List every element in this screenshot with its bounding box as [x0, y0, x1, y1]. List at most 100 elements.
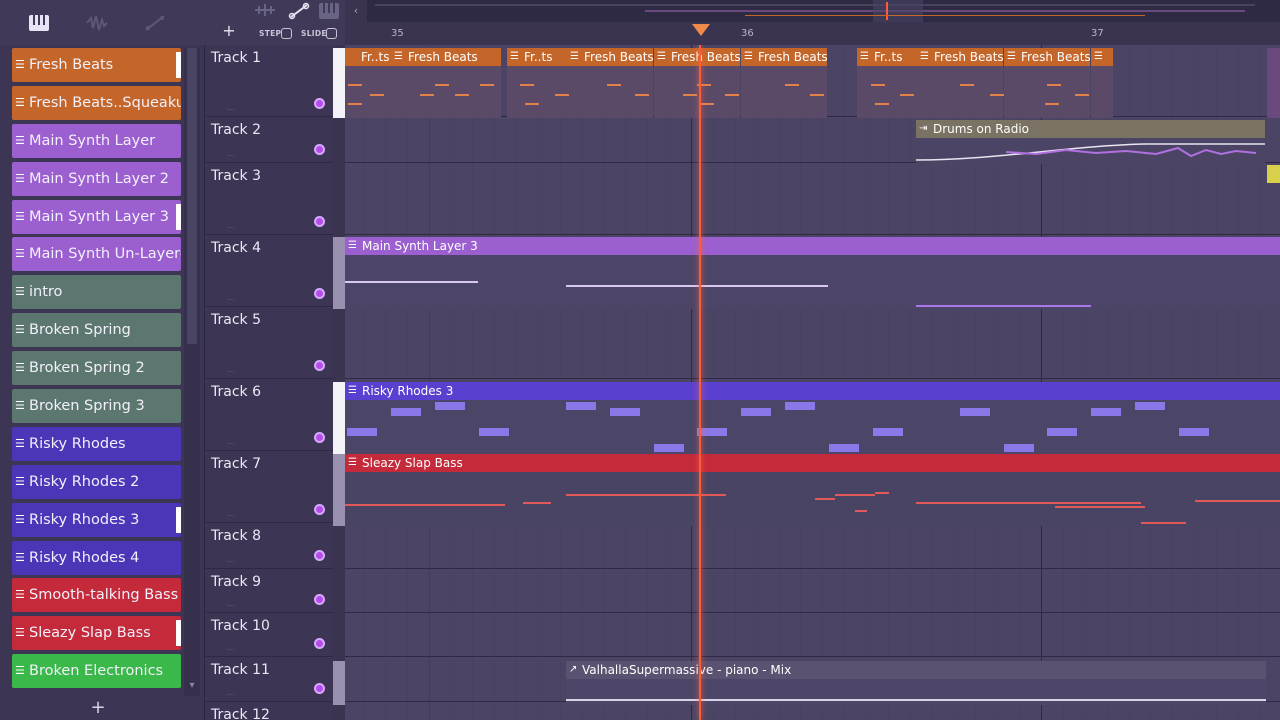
pattern-icon: ☰: [15, 133, 25, 147]
track-enable-toggle[interactable]: [314, 288, 325, 299]
piano-keys-icon[interactable]: [317, 2, 341, 24]
pattern-picker-panel: ☰ Fresh Beats ☰ Fresh Beats..Squeakuel ☰ Main…: [0, 0, 205, 720]
pattern-item[interactable]: ☰ Main Synth Layer: [12, 123, 181, 158]
clip-risky-rhodes-3[interactable]: ☰ Risky Rhodes 3: [345, 382, 1280, 454]
pattern-icon: ☰: [15, 474, 25, 488]
track-grip-icon[interactable]: ...: [227, 555, 235, 564]
pattern-item[interactable]: ☰ Fresh Beats: [12, 48, 181, 82]
add-pattern-button[interactable]: +: [88, 698, 108, 718]
track-enable-toggle[interactable]: [314, 98, 325, 109]
audio-clip-icon: ⇥: [919, 123, 928, 134]
pattern-item[interactable]: ☰ intro: [12, 275, 181, 310]
overview-scroll-left-icon[interactable]: ‹: [345, 0, 367, 22]
track-header[interactable]: Track 6...: [205, 379, 333, 451]
track-header[interactable]: Track 4...: [205, 235, 333, 307]
track-header[interactable]: Track 11...: [205, 657, 333, 702]
clip-main-synth-layer-3[interactable]: ☰ Main Synth Layer 3: [345, 237, 1280, 309]
pattern-item[interactable]: ☰ Main Synth Un-Layered: [12, 237, 181, 272]
pattern-item[interactable]: ☰ Sleazy Slap Bass: [12, 616, 181, 651]
pattern-item[interactable]: ☰ Risky Rhodes 2: [12, 464, 181, 499]
picker-scrollbar-thumb[interactable]: [187, 48, 197, 344]
pattern-icon: ☰: [1007, 51, 1016, 62]
pattern-item[interactable]: ☰ Broken Spring 3: [12, 389, 181, 424]
audio-clip-icon[interactable]: [84, 14, 110, 34]
pattern-icon: ☰: [15, 436, 25, 450]
track-enable-toggle[interactable]: [314, 683, 325, 694]
pattern-item[interactable]: ☰ Risky Rhodes 3: [12, 502, 181, 537]
picker-scrollbar[interactable]: [184, 48, 200, 696]
track-grip-icon[interactable]: ...: [227, 365, 235, 374]
clip-sleazy-slap-bass[interactable]: ☰ Sleazy Slap Bass: [345, 454, 1280, 526]
track-lane[interactable]: [345, 307, 1280, 379]
track-grip-icon[interactable]: ...: [227, 149, 235, 158]
pattern-icon: ☰: [15, 58, 25, 71]
clip-drums-on-radio[interactable]: ⇥ Drums on Radio: [916, 120, 1265, 164]
track-grip-icon[interactable]: ...: [227, 509, 235, 518]
playlist-grid[interactable]: Fr..ts ☰ Fresh Beats ☰ Fr..ts ☰ Fresh Beats…: [345, 45, 1280, 720]
pattern-item[interactable]: ☰ Risky Rhodes 4: [12, 540, 181, 575]
track-grip-icon[interactable]: ...: [227, 103, 235, 112]
clip-label: Fresh Beats: [1021, 50, 1090, 64]
track-enable-toggle[interactable]: [314, 432, 325, 443]
track-header[interactable]: Track 1...: [205, 45, 333, 117]
pattern-icon: ☰: [15, 95, 25, 109]
track-header[interactable]: Track 9...: [205, 569, 333, 613]
track-header[interactable]: Track 2...: [205, 117, 333, 163]
playhead-line: [699, 45, 701, 720]
track-header[interactable]: Track 10...: [205, 613, 333, 657]
add-track-button[interactable]: +: [221, 22, 237, 40]
track-enable-toggle[interactable]: [314, 550, 325, 561]
step-toggle[interactable]: [281, 28, 292, 39]
track-header[interactable]: Track 8...: [205, 523, 333, 569]
track-enable-toggle[interactable]: [314, 504, 325, 515]
clip-edge-stub[interactable]: [1267, 165, 1280, 183]
clip-valhalla-supermassive[interactable]: ↗ ValhallaSupermassive - piano - Mix: [566, 661, 1266, 705]
song-overview-strip[interactable]: [345, 0, 1280, 22]
selection-marker: [176, 620, 181, 647]
track-enable-toggle[interactable]: [314, 216, 325, 227]
track-header[interactable]: Track 5...: [205, 307, 333, 379]
track-grip-icon[interactable]: ...: [227, 437, 235, 446]
pattern-item[interactable]: ☰ Main Synth Layer 2: [12, 161, 181, 196]
pattern-item[interactable]: ☰ Smooth-talking Bass: [12, 578, 181, 613]
track-lane[interactable]: [345, 613, 1280, 657]
track-lane[interactable]: [345, 523, 1280, 569]
track-header[interactable]: Track 3...: [205, 163, 333, 235]
track-grip-icon[interactable]: ...: [227, 293, 235, 302]
clip-start-marker: [333, 661, 345, 705]
pattern-icon: ☰: [394, 51, 403, 62]
pattern-item[interactable]: ☰ Broken Electronics: [12, 654, 181, 689]
pattern-icon: ☰: [570, 51, 579, 62]
pattern-item[interactable]: ☰ Broken Spring 2: [12, 351, 181, 386]
piano-roll-icon[interactable]: [26, 14, 52, 34]
track-header[interactable]: Track 7...: [205, 451, 333, 523]
track-grip-icon[interactable]: ...: [227, 221, 235, 230]
track-enable-toggle[interactable]: [314, 638, 325, 649]
clip-edge-stub[interactable]: [1267, 48, 1280, 118]
playhead-marker[interactable]: [692, 24, 710, 36]
draw-tool-icon[interactable]: [287, 2, 311, 24]
scroll-down-icon[interactable]: ▾: [184, 680, 200, 694]
track-grip-icon[interactable]: ...: [227, 643, 235, 652]
clip-label: Risky Rhodes 3: [362, 384, 454, 398]
slide-toggle[interactable]: [326, 28, 337, 39]
track-grip-icon[interactable]: ...: [227, 599, 235, 608]
bar-number: 37: [1091, 28, 1104, 39]
pattern-item[interactable]: ☰ Fresh Beats..Squeakuel: [12, 85, 181, 120]
track-header[interactable]: Track 12: [205, 702, 333, 720]
track-lane[interactable]: [345, 163, 1280, 235]
track-enable-toggle[interactable]: [314, 144, 325, 155]
track-grip-icon[interactable]: ...: [227, 688, 235, 697]
track-lane[interactable]: [345, 569, 1280, 613]
automation-clip-icon[interactable]: [142, 14, 168, 34]
track-name: Track 1: [211, 50, 261, 66]
pattern-item[interactable]: ☰ Broken Spring: [12, 313, 181, 348]
track-enable-toggle[interactable]: [314, 594, 325, 605]
pattern-item[interactable]: ☰ Main Synth Layer 3: [12, 199, 181, 234]
synth-note: [916, 305, 1091, 307]
track-enable-toggle[interactable]: [314, 360, 325, 371]
track-name: Track 4: [211, 240, 261, 256]
timeline-ruler[interactable]: 35 36 37: [345, 22, 1280, 45]
snap-icon[interactable]: [253, 2, 277, 22]
pattern-item[interactable]: ☰ Risky Rhodes: [12, 426, 181, 461]
